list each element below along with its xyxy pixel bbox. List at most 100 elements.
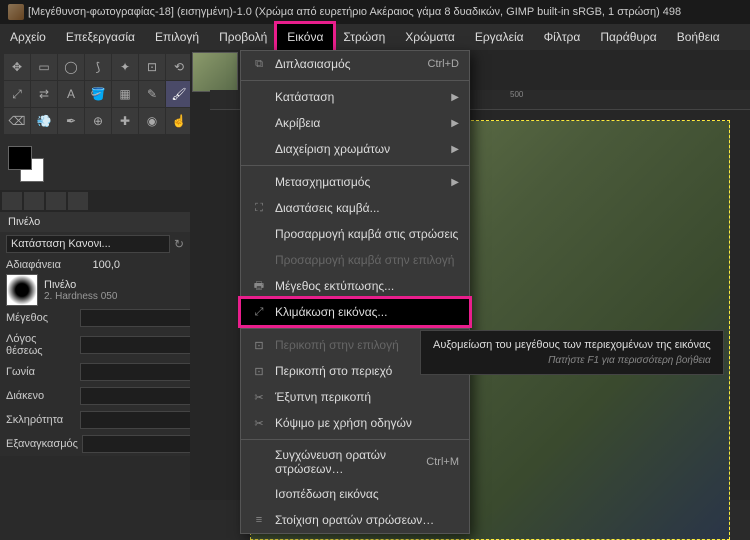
menu-item-label: Έξυπνη περικοπή xyxy=(275,390,459,404)
tooltip-text: Αυξομείωση του μεγέθους των περιεχομένων… xyxy=(433,339,711,351)
menu-item-label: Στοίχιση ορατών στρώσεων… xyxy=(275,513,459,527)
tool-pencil-icon[interactable]: ✎ xyxy=(139,81,165,107)
tool-rect-select-icon[interactable]: ▭ xyxy=(31,54,57,80)
tool-blur-icon[interactable]: ◉ xyxy=(139,108,165,134)
menu-item-label: Προσαρμογή καμβά στις στρώσεις xyxy=(275,227,459,241)
foreground-color[interactable] xyxy=(8,146,32,170)
menubar: ΑρχείοΕπεξεργασίαΕπιλογήΠροβολήΕικόναΣτρ… xyxy=(0,24,750,51)
dock-tab-2[interactable] xyxy=(24,192,44,210)
menu-item-label: Κλιμάκωση εικόνας... xyxy=(275,305,459,319)
menu-item[interactable]: ⧉ΔιπλασιασμόςCtrl+D xyxy=(241,51,469,77)
menu-item-icon: ≡ xyxy=(251,512,267,528)
menu-φίλτρα[interactable]: Φίλτρα xyxy=(534,24,591,50)
menu-item-shortcut: Ctrl+D xyxy=(428,58,459,70)
tool-clone-icon[interactable]: ⊕ xyxy=(85,108,111,134)
menu-item[interactable]: Ισοπέδωση εικόνας xyxy=(241,481,469,507)
brush-hardness: 2. Hardness 050 xyxy=(44,291,184,302)
mode-select[interactable] xyxy=(6,235,170,253)
toolbox-panel: ✥ ▭ ◯ ⟆ ✦ ⊡ ⟲ ⤢ ⇄ A 🪣 ▦ ✎ 🖌 ⌫ 💨 ✒ ⊕ ✚ ◉ … xyxy=(0,50,190,456)
menu-item-icon: ⤢ xyxy=(251,304,267,320)
menu-εργαλεία[interactable]: Εργαλεία xyxy=(465,24,534,50)
tool-rotate-icon[interactable]: ⟲ xyxy=(166,54,192,80)
tool-bucket-icon[interactable]: 🪣 xyxy=(85,81,111,107)
image-thumbnail[interactable] xyxy=(192,52,238,92)
tool-gradient-icon[interactable]: ▦ xyxy=(112,81,138,107)
tool-heal-icon[interactable]: ✚ xyxy=(112,108,138,134)
menu-item-shortcut: Ctrl+M xyxy=(426,456,459,468)
image-menu-dropdown: ⧉ΔιπλασιασμόςCtrl+DΚατάσταση▶Ακρίβεια▶Δι… xyxy=(240,50,470,534)
brush-preview[interactable] xyxy=(6,274,38,306)
menu-item[interactable]: ≡ Στοίχιση ορατών στρώσεων… xyxy=(241,507,469,533)
tool-move-icon[interactable]: ✥ xyxy=(4,54,30,80)
tooltip: Αυξομείωση του μεγέθους των περιεχομένων… xyxy=(420,330,724,375)
tool-smudge-icon[interactable]: ☝ xyxy=(166,108,192,134)
menu-item[interactable]: ⛶Διαστάσεις καμβά... xyxy=(241,195,469,221)
dock-tab-3[interactable] xyxy=(46,192,66,210)
dock-tab-1[interactable] xyxy=(2,192,22,210)
menu-item-icon xyxy=(251,174,267,190)
tooltip-help: Πατήστε F1 για περισσότερη βοήθεια xyxy=(433,355,711,366)
tool-lasso-icon[interactable]: ⟆ xyxy=(85,54,111,80)
tool-ink-icon[interactable]: ✒ xyxy=(58,108,84,134)
menu-item-icon: ⊡ xyxy=(251,337,267,353)
menu-προβολή[interactable]: Προβολή xyxy=(209,24,277,50)
title-text: [Μεγέθυνση-φωτογραφίας-18] (εισηγμένη)-1… xyxy=(28,6,681,18)
submenu-arrow-icon: ▶ xyxy=(451,92,459,103)
menu-item-icon xyxy=(251,115,267,131)
menu-item-icon xyxy=(251,252,267,268)
menu-παράθυρα[interactable]: Παράθυρα xyxy=(590,24,666,50)
menu-item[interactable]: 🖶 Μέγεθος εκτύπωσης... xyxy=(241,273,469,299)
dock-tab-4[interactable] xyxy=(68,192,88,210)
menu-item[interactable]: ✂ Κόψιμο με χρήση οδηγών xyxy=(241,410,469,436)
menu-επεξεργασία[interactable]: Επεξεργασία xyxy=(56,24,145,50)
tool-airbrush-icon[interactable]: 💨 xyxy=(31,108,57,134)
menu-item-icon: ✂ xyxy=(251,389,267,405)
tool-fuzzy-select-icon[interactable]: ✦ xyxy=(112,54,138,80)
menu-item-label: Μέγεθος εκτύπωσης... xyxy=(275,279,459,293)
menu-item[interactable]: ⤢ Κλιμάκωση εικόνας... xyxy=(241,299,469,325)
tool-scale-icon[interactable]: ⤢ xyxy=(4,81,30,107)
menu-item-label: Προσαρμογή καμβά στην επιλογή xyxy=(275,253,459,267)
submenu-arrow-icon: ▶ xyxy=(451,144,459,155)
menu-item[interactable]: Κατάσταση ▶ xyxy=(241,84,469,110)
menu-item-icon: ⛶ xyxy=(251,200,267,216)
tool-eraser-icon[interactable]: ⌫ xyxy=(4,108,30,134)
opacity-value: 100,0 xyxy=(80,259,120,271)
menu-επιλογή[interactable]: Επιλογή xyxy=(145,24,209,50)
menu-item-label: Κατάσταση xyxy=(275,90,443,104)
menu-item-icon xyxy=(251,89,267,105)
menu-item[interactable]: ✂ Έξυπνη περικοπή xyxy=(241,384,469,410)
menu-item-label: Διαχείριση χρωμάτων xyxy=(275,142,443,156)
menu-item-icon: ⧉ xyxy=(251,56,267,72)
tool-ellipse-select-icon[interactable]: ◯ xyxy=(58,54,84,80)
menu-item-label: Συγχώνευση ορατών στρώσεων… xyxy=(275,448,418,476)
menu-βοήθεια[interactable]: Βοήθεια xyxy=(667,24,730,50)
tool-options-title: Πινέλο xyxy=(0,212,190,232)
tool-grid: ✥ ▭ ◯ ⟆ ✦ ⊡ ⟲ ⤢ ⇄ A 🪣 ▦ ✎ 🖌 ⌫ 💨 ✒ ⊕ ✚ ◉ … xyxy=(0,50,190,138)
menu-χρώματα[interactable]: Χρώματα xyxy=(395,24,465,50)
slider-label: Μέγεθος xyxy=(6,312,76,324)
submenu-arrow-icon: ▶ xyxy=(451,118,459,129)
color-swatches[interactable] xyxy=(8,146,182,182)
reset-icon[interactable]: ↻ xyxy=(174,237,184,251)
menu-item[interactable]: Προσαρμογή καμβά στις στρώσεις xyxy=(241,221,469,247)
menu-item-icon xyxy=(251,141,267,157)
menu-item-icon: ✂ xyxy=(251,415,267,431)
menu-item-icon xyxy=(251,226,267,242)
menu-item[interactable]: Ακρίβεια▶ xyxy=(241,110,469,136)
menu-item[interactable]: Διαχείριση χρωμάτων ▶ xyxy=(241,136,469,162)
slider-label: Λόγος θέσεως xyxy=(6,333,76,357)
menu-αρχείο[interactable]: Αρχείο xyxy=(0,24,56,50)
menu-item[interactable]: Συγχώνευση ορατών στρώσεων… Ctrl+M xyxy=(241,443,469,481)
tool-paintbrush-icon[interactable]: 🖌 xyxy=(166,81,192,107)
menu-item-label: Κόψιμο με χρήση οδηγών xyxy=(275,416,459,430)
menu-item-icon: 🖶 xyxy=(251,278,267,294)
menu-item-icon xyxy=(251,454,267,470)
tool-flip-icon[interactable]: ⇄ xyxy=(31,81,57,107)
menu-στρώση[interactable]: Στρώση xyxy=(333,24,395,50)
slider-label: Σκληρότητα xyxy=(6,414,76,426)
menu-item[interactable]: Μετασχηματισμός▶ xyxy=(241,169,469,195)
menu-εικόνα[interactable]: Εικόνα xyxy=(277,24,333,50)
tool-text-icon[interactable]: A xyxy=(58,81,84,107)
tool-crop-icon[interactable]: ⊡ xyxy=(139,54,165,80)
